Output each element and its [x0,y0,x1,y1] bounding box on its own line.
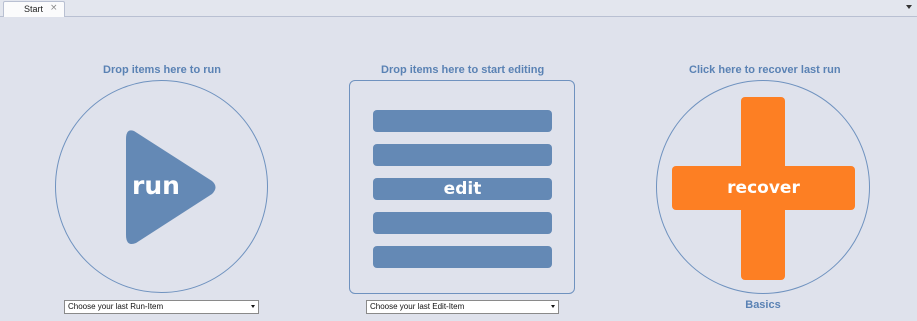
edit-heading: Drop items here to start editing [381,64,545,76]
chevron-down-icon[interactable] [906,5,912,9]
list-bar [373,110,552,132]
tab-strip: Start × [0,0,917,17]
run-label: run [132,171,180,200]
run-heading: Drop items here to run [103,64,221,76]
list-bar: edit [373,178,552,200]
list-bar [373,144,552,166]
basics-label: Basics [745,299,781,311]
tab-start[interactable]: Start × [3,1,65,17]
list-bar [373,212,552,234]
chevron-down-icon [551,305,555,308]
edit-item-select-value: Choose your last Edit-Item [370,302,465,311]
close-icon[interactable]: × [50,3,58,13]
list-bar [373,246,552,268]
recover-label: recover [727,178,800,198]
run-item-select[interactable]: Choose your last Run-Item [64,300,259,314]
tab-start-label: Start [24,4,44,14]
recover-button[interactable]: recover [656,80,870,294]
run-item-select-value: Choose your last Run-Item [68,302,164,311]
run-drop-zone[interactable]: run [55,80,268,293]
chevron-down-icon [251,305,255,308]
recover-heading: Click here to recover last run [689,64,841,76]
edit-label: edit [443,179,482,199]
edit-drop-zone[interactable]: edit [349,80,575,294]
edit-item-select[interactable]: Choose your last Edit-Item [366,300,559,314]
